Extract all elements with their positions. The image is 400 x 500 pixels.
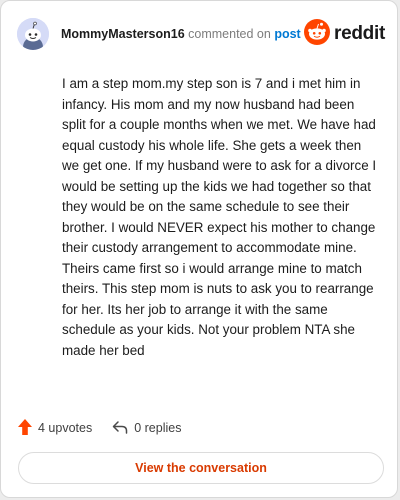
reddit-logo-icon (304, 18, 331, 50)
reddit-brand[interactable]: reddit (304, 18, 385, 50)
comment-meta: MommyMasterson16 commented on post (61, 27, 301, 41)
comment-body: I am a step mom.my step son is 7 and i m… (62, 76, 377, 358)
upvote-arrow-icon (18, 418, 32, 438)
replies-button[interactable]: 0 replies (112, 420, 181, 437)
comment-footer: 4 upvotes 0 replies (18, 417, 181, 439)
view-conversation-button[interactable]: View the conversation (18, 452, 384, 484)
author-username[interactable]: MommyMasterson16 (61, 27, 185, 41)
snoo-avatar-icon[interactable] (17, 18, 49, 50)
upvote-count: 4 upvotes (38, 421, 93, 435)
reply-count: 0 replies (134, 421, 182, 435)
action-text: commented on (188, 27, 271, 41)
upvote-button[interactable]: 4 upvotes (18, 418, 93, 438)
reply-arrow-icon (112, 420, 128, 437)
comment-card: MommyMasterson16 commented on post reddi… (0, 0, 398, 498)
brand-wordmark: reddit (334, 23, 385, 44)
post-link[interactable]: post (274, 27, 300, 41)
comment-header: MommyMasterson16 commented on post reddi… (17, 17, 385, 51)
